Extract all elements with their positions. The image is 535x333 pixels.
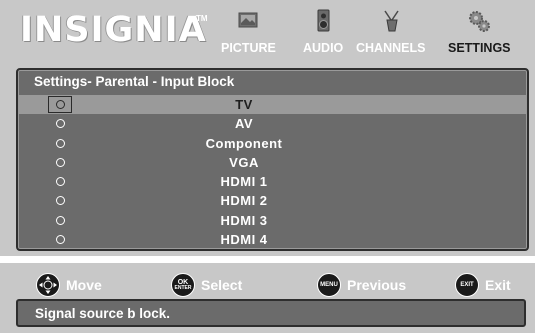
status-bar: Signal source b lock. xyxy=(16,299,526,327)
list-item-hdmi-2[interactable]: HDMI 2 xyxy=(18,191,527,210)
select-hint: OK ENTER Select xyxy=(171,273,242,297)
channels-icon xyxy=(384,10,399,32)
picture-icon xyxy=(238,12,258,28)
audio-icon xyxy=(317,9,330,32)
insignia-logo: INSIGNIA xyxy=(20,10,207,50)
exit-hint: EXIT Exit xyxy=(455,273,511,297)
tab-audio-label: AUDIO xyxy=(303,41,344,55)
list-item-hdmi-3[interactable]: HDMI 3 xyxy=(18,211,527,230)
settings-icon xyxy=(469,11,491,32)
tab-picture-label: PICTURE xyxy=(221,41,276,55)
tab-audio[interactable]: AUDIO xyxy=(303,8,343,55)
list-item-label: VGA xyxy=(229,154,259,170)
list-item-av[interactable]: AV xyxy=(18,114,527,133)
tab-channels-label: CHANNELS xyxy=(356,41,426,55)
list-item-label: HDMI 1 xyxy=(220,174,268,190)
previous-hint: MENU Previous xyxy=(317,273,406,297)
tab-channels[interactable]: CHANNELS xyxy=(356,8,425,55)
exit-label: Exit xyxy=(485,277,511,293)
tab-settings[interactable]: SETTINGS xyxy=(448,8,511,55)
list-item-label: Component xyxy=(205,135,283,151)
list-item-label: AV xyxy=(234,116,254,132)
tab-settings-label: SETTINGS xyxy=(448,41,511,55)
enter-key-label: ENTER xyxy=(174,285,192,291)
list-item-label: HDMI 2 xyxy=(220,193,268,209)
menu-button-icon: MENU xyxy=(317,273,341,297)
input-block-panel: Settings- Parental - Input Block TV AV C… xyxy=(16,68,529,251)
list-item-label: TV xyxy=(235,97,253,112)
exit-button-icon: EXIT xyxy=(455,273,479,297)
list-item-tv[interactable]: TV xyxy=(18,95,527,115)
tab-picture[interactable]: PICTURE xyxy=(221,8,276,55)
list-item-hdmi-4[interactable]: HDMI 4 xyxy=(18,230,527,249)
trademark-mark: TM xyxy=(196,14,208,23)
list-item-component[interactable]: Component xyxy=(18,134,527,153)
list-item-label: HDMI 3 xyxy=(220,212,268,228)
list-item-vga[interactable]: VGA xyxy=(18,153,527,172)
select-label: Select xyxy=(201,277,243,293)
list-item-hdmi-1[interactable]: HDMI 1 xyxy=(18,172,527,191)
dpad-icon xyxy=(36,273,60,297)
list-item-label: HDMI 4 xyxy=(220,232,268,248)
ok-enter-button-icon: OK ENTER xyxy=(171,273,195,297)
input-list: TV AV Component VGA HDMI 1 HDMI 2 HDMI 3… xyxy=(18,95,527,249)
move-label: Move xyxy=(66,277,102,293)
panel-title: Settings- Parental - Input Block xyxy=(34,74,235,89)
status-message: Signal source b lock. xyxy=(35,306,171,321)
previous-label: Previous xyxy=(347,277,407,293)
move-hint: Move xyxy=(36,273,102,297)
tv-menu-screen: INSIGNIA TM PICTURE AUDIO CHANNELS SETTI… xyxy=(0,0,535,256)
help-bar: Move OK ENTER Select MENU Previous EXIT … xyxy=(0,263,535,333)
